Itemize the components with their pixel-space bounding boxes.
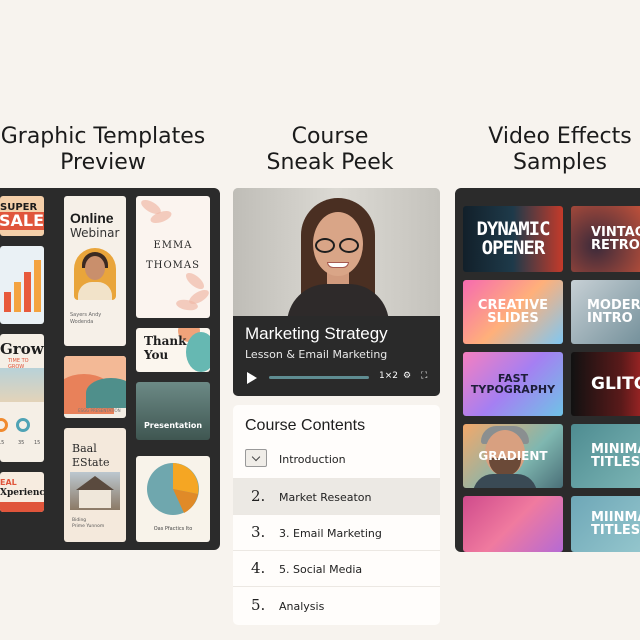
lesson-row[interactable]: 4. 5. Social Media [233, 550, 440, 586]
video-subtitle: Lesson & Email Marketing [245, 348, 388, 361]
effect-dynamic-opener[interactable]: DYNAMIC OPENER [463, 206, 563, 272]
pie-slice [173, 463, 199, 494]
template-super-sale[interactable]: SUPER SALE [0, 196, 44, 236]
glasses-icon [339, 238, 359, 253]
contents-title: Course Contents [245, 417, 366, 434]
chart-bar [34, 260, 41, 312]
speaker-portrait [74, 248, 116, 300]
template-thank-you[interactable]: Thank You [136, 328, 210, 372]
template-emma-thomas[interactable]: EMMA THOMAS [136, 196, 210, 318]
template-landscape[interactable]: ESGG PRESENTATION [64, 356, 126, 418]
fullscreen-icon[interactable]: ⛶ [421, 371, 427, 381]
effect-creative-slides[interactable]: CREATIVE SLIDES [463, 280, 563, 344]
effect-minimal-titles[interactable]: MINIMAL TITLES [571, 424, 640, 488]
effect-glitch[interactable]: GLITCH [571, 352, 640, 416]
video-title: Marketing Strategy [245, 324, 388, 343]
template-online-webinar[interactable]: Online Webinar Sayers Andy Wodenda [64, 196, 126, 346]
chart-bar [24, 272, 31, 312]
effect-vintage-retro[interactable]: VINTAGE RETRO [571, 206, 640, 272]
chevron-down-icon[interactable] [245, 449, 267, 467]
effects-heading: Video Effects Samples [488, 124, 632, 175]
templates-panel: SUPER SALE Growth TIME TO GROW 15 35 15 … [0, 188, 220, 550]
glasses-icon [315, 238, 335, 253]
settings-icon[interactable]: ⚙ [403, 371, 411, 381]
house-image [70, 472, 120, 510]
course-heading: Course Sneak Peek [266, 124, 394, 175]
effect-minimal-titles-2[interactable]: MIINMAL TITLES [571, 496, 640, 552]
lesson-row[interactable]: 3. 3. Email Marketing [233, 514, 440, 550]
intro-label[interactable]: Introduction [279, 453, 346, 466]
effect-gradient[interactable]: GRADIENT [463, 424, 563, 488]
lesson-row[interactable]: 2. Market Reseaton [233, 478, 440, 514]
template-experience[interactable]: EAL Xperiencel [0, 472, 44, 512]
templates-heading: Graphic Templates Preview [0, 124, 206, 175]
template-growth[interactable]: Growth TIME TO GROW 15 35 15 [0, 334, 44, 462]
play-icon[interactable] [247, 372, 257, 384]
course-contents: Course Contents Introduction 2. Market R… [233, 405, 440, 625]
effects-panel: DYNAMIC OPENER VINTAGE RETRO CREATIVE SL… [455, 188, 640, 552]
effect-pink-portrait[interactable] [463, 496, 563, 552]
template-real-estate[interactable]: Baal EState Biding Prime Yunnom [64, 428, 126, 542]
lesson-row[interactable]: 5. Analysis [233, 586, 440, 625]
mountain-image [0, 368, 44, 402]
template-pie-chart[interactable]: Oas Pfactics Ito [136, 456, 210, 542]
speed-label[interactable]: 1×2 [379, 371, 398, 381]
video-controls: 1×2 ⚙ ⛶ [243, 369, 433, 385]
chart-bar [14, 282, 21, 312]
template-bar-chart[interactable] [0, 246, 44, 324]
donut-icon [16, 418, 30, 432]
effect-modern-intro[interactable]: MODERN INTRO [571, 280, 640, 344]
chart-bar [4, 292, 11, 312]
pie-chart [147, 463, 199, 515]
donut-icon [0, 418, 8, 432]
course-video-player[interactable]: Marketing Strategy Lesson & Email Market… [233, 188, 440, 396]
template-presentation[interactable]: Presentation [136, 382, 210, 440]
progress-track[interactable] [269, 376, 369, 379]
effect-fast-typography[interactable]: FAST TYPOGRAPHY [463, 352, 563, 416]
